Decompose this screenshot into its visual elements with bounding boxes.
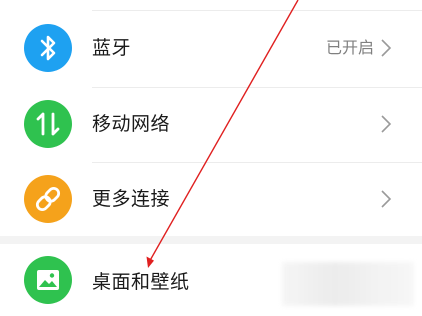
- chevron-right-icon: [381, 190, 392, 208]
- mobile-data-icon: [24, 100, 72, 148]
- section-separator: [0, 236, 422, 244]
- settings-item-bluetooth[interactable]: 蓝牙 已开启: [0, 12, 422, 84]
- chevron-right-icon: [381, 39, 392, 57]
- blurred-region: [282, 262, 414, 306]
- image-icon: [24, 256, 72, 304]
- desktop-wallpaper-label: 桌面和壁纸: [92, 271, 190, 293]
- mobile-network-label: 移动网络: [92, 113, 171, 135]
- bluetooth-status: 已开启: [325, 38, 374, 57]
- bluetooth-icon: [24, 24, 72, 72]
- link-icon: [24, 175, 72, 223]
- settings-item-mobile-network[interactable]: 移动网络: [0, 88, 422, 160]
- top-divider: [92, 10, 422, 11]
- settings-item-more-connections[interactable]: 更多连接: [0, 163, 422, 235]
- more-connections-label: 更多连接: [92, 188, 171, 210]
- chevron-right-icon: [381, 115, 392, 133]
- bluetooth-label: 蓝牙: [92, 37, 132, 59]
